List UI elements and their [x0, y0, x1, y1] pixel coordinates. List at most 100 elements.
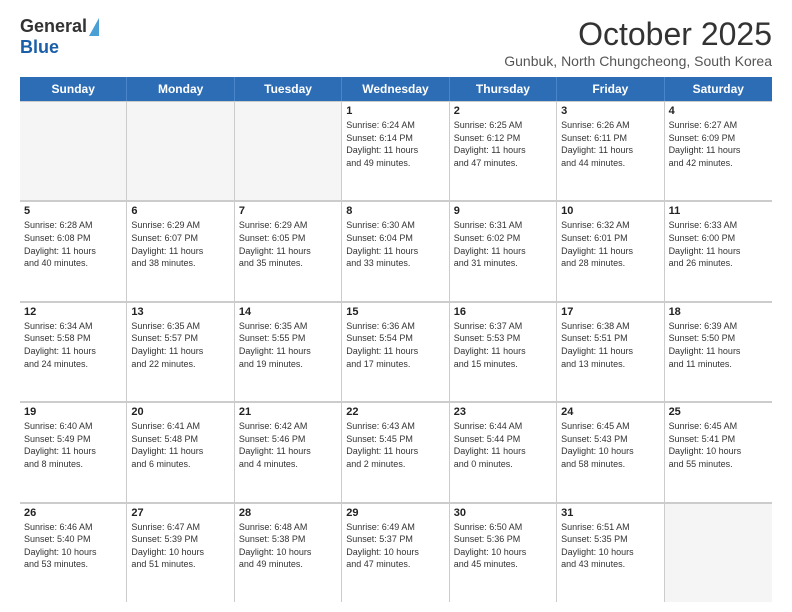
cell-info: Sunrise: 6:45 AM Sunset: 5:41 PM Dayligh… [669, 420, 768, 470]
calendar-cell: 26 Sunrise: 6:46 AM Sunset: 5:40 PM Dayli… [20, 503, 127, 602]
cell-info: Sunrise: 6:33 AM Sunset: 6:00 PM Dayligh… [669, 219, 768, 269]
cell-info: Sunrise: 6:45 AM Sunset: 5:43 PM Dayligh… [561, 420, 659, 470]
day-number: 12 [24, 306, 122, 318]
cell-info: Sunrise: 6:49 AM Sunset: 5:37 PM Dayligh… [346, 521, 444, 571]
calendar-cell: 13 Sunrise: 6:35 AM Sunset: 5:57 PM Dayli… [127, 302, 234, 401]
day-number: 18 [669, 306, 768, 318]
calendar-cell: 15 Sunrise: 6:36 AM Sunset: 5:54 PM Dayli… [342, 302, 449, 401]
calendar: SundayMondayTuesdayWednesdayThursdayFrid… [20, 77, 772, 602]
calendar-cell: 22Sunrise: 6:43 AM Sunset: 5:45 PM Dayli… [342, 402, 449, 501]
cell-info: Sunrise: 6:41 AM Sunset: 5:48 PM Dayligh… [131, 420, 229, 470]
cell-info: Sunrise: 6:36 AM Sunset: 5:54 PM Dayligh… [346, 320, 444, 370]
cell-info: Sunrise: 6:39 AM Sunset: 5:50 PM Dayligh… [669, 320, 768, 370]
calendar-cell [665, 503, 772, 602]
calendar-row-5: 26 Sunrise: 6:46 AM Sunset: 5:40 PM Dayli… [20, 503, 772, 602]
logo: General Blue [20, 16, 99, 58]
day-number: 14 [239, 306, 337, 318]
calendar-header: SundayMondayTuesdayWednesdayThursdayFrid… [20, 77, 772, 101]
calendar-cell: 16Sunrise: 6:37 AM Sunset: 5:53 PM Dayli… [450, 302, 557, 401]
header: General Blue October 2025 Gunbuk, North … [20, 16, 772, 69]
calendar-cell: 17Sunrise: 6:38 AM Sunset: 5:51 PM Dayli… [557, 302, 664, 401]
day-number: 20 [131, 406, 229, 418]
cell-info: Sunrise: 6:35 AM Sunset: 5:55 PM Dayligh… [239, 320, 337, 370]
day-header-monday: Monday [127, 77, 234, 101]
calendar-cell [127, 101, 234, 200]
calendar-row-2: 5 Sunrise: 6:28 AM Sunset: 6:08 PM Daylig… [20, 201, 772, 301]
day-number: 6 [131, 205, 229, 217]
title-block: October 2025 Gunbuk, North Chungcheong, … [504, 16, 772, 69]
calendar-cell: 31 Sunrise: 6:51 AM Sunset: 5:35 PM Dayli… [557, 503, 664, 602]
cell-info: Sunrise: 6:26 AM Sunset: 6:11 PM Dayligh… [561, 119, 659, 169]
calendar-cell: 5 Sunrise: 6:28 AM Sunset: 6:08 PM Daylig… [20, 201, 127, 300]
day-number: 8 [346, 205, 444, 217]
location-subtitle: Gunbuk, North Chungcheong, South Korea [504, 53, 772, 69]
calendar-row-3: 12 Sunrise: 6:34 AM Sunset: 5:58 PM Dayli… [20, 302, 772, 402]
cell-info: Sunrise: 6:44 AM Sunset: 5:44 PM Dayligh… [454, 420, 552, 470]
day-number: 15 [346, 306, 444, 318]
day-header-sunday: Sunday [20, 77, 127, 101]
cell-info: Sunrise: 6:24 AM Sunset: 6:14 PM Dayligh… [346, 119, 444, 169]
day-number: 19 [24, 406, 122, 418]
calendar-cell [20, 101, 127, 200]
day-number: 2 [454, 105, 552, 117]
logo-general: General [20, 16, 87, 37]
day-number: 22 [346, 406, 444, 418]
day-header-tuesday: Tuesday [235, 77, 342, 101]
day-number: 10 [561, 205, 659, 217]
calendar-cell: 29 Sunrise: 6:49 AM Sunset: 5:37 PM Dayli… [342, 503, 449, 602]
calendar-cell: 25 Sunrise: 6:45 AM Sunset: 5:41 PM Dayli… [665, 402, 772, 501]
day-number: 30 [454, 507, 552, 519]
cell-info: Sunrise: 6:32 AM Sunset: 6:01 PM Dayligh… [561, 219, 659, 269]
cell-info: Sunrise: 6:31 AM Sunset: 6:02 PM Dayligh… [454, 219, 552, 269]
day-number: 21 [239, 406, 337, 418]
cell-info: Sunrise: 6:48 AM Sunset: 5:38 PM Dayligh… [239, 521, 337, 571]
logo-triangle-icon [89, 18, 99, 36]
day-number: 7 [239, 205, 337, 217]
calendar-cell: 3 Sunrise: 6:26 AM Sunset: 6:11 PM Daylig… [557, 101, 664, 200]
calendar-cell: 27Sunrise: 6:47 AM Sunset: 5:39 PM Dayli… [127, 503, 234, 602]
calendar-body: 1Sunrise: 6:24 AM Sunset: 6:14 PM Daylig… [20, 101, 772, 602]
calendar-cell: 8 Sunrise: 6:30 AM Sunset: 6:04 PM Daylig… [342, 201, 449, 300]
month-title: October 2025 [504, 16, 772, 53]
calendar-cell: 19 Sunrise: 6:40 AM Sunset: 5:49 PM Dayli… [20, 402, 127, 501]
calendar-cell: 21 Sunrise: 6:42 AM Sunset: 5:46 PM Dayli… [235, 402, 342, 501]
day-number: 13 [131, 306, 229, 318]
calendar-cell: 12 Sunrise: 6:34 AM Sunset: 5:58 PM Dayli… [20, 302, 127, 401]
calendar-cell: 18 Sunrise: 6:39 AM Sunset: 5:50 PM Dayli… [665, 302, 772, 401]
day-number: 27 [131, 507, 229, 519]
day-number: 28 [239, 507, 337, 519]
cell-info: Sunrise: 6:35 AM Sunset: 5:57 PM Dayligh… [131, 320, 229, 370]
day-header-thursday: Thursday [450, 77, 557, 101]
day-number: 29 [346, 507, 444, 519]
calendar-cell: 28 Sunrise: 6:48 AM Sunset: 5:38 PM Dayli… [235, 503, 342, 602]
day-header-friday: Friday [557, 77, 664, 101]
calendar-cell [235, 101, 342, 200]
day-number: 4 [669, 105, 768, 117]
cell-info: Sunrise: 6:29 AM Sunset: 6:05 PM Dayligh… [239, 219, 337, 269]
cell-info: Sunrise: 6:28 AM Sunset: 6:08 PM Dayligh… [24, 219, 122, 269]
day-number: 5 [24, 205, 122, 217]
cell-info: Sunrise: 6:27 AM Sunset: 6:09 PM Dayligh… [669, 119, 768, 169]
cell-info: Sunrise: 6:51 AM Sunset: 5:35 PM Dayligh… [561, 521, 659, 571]
calendar-cell: 23Sunrise: 6:44 AM Sunset: 5:44 PM Dayli… [450, 402, 557, 501]
day-number: 9 [454, 205, 552, 217]
cell-info: Sunrise: 6:50 AM Sunset: 5:36 PM Dayligh… [454, 521, 552, 571]
cell-info: Sunrise: 6:42 AM Sunset: 5:46 PM Dayligh… [239, 420, 337, 470]
cell-info: Sunrise: 6:37 AM Sunset: 5:53 PM Dayligh… [454, 320, 552, 370]
day-number: 25 [669, 406, 768, 418]
cell-info: Sunrise: 6:30 AM Sunset: 6:04 PM Dayligh… [346, 219, 444, 269]
cell-info: Sunrise: 6:46 AM Sunset: 5:40 PM Dayligh… [24, 521, 122, 571]
cell-info: Sunrise: 6:40 AM Sunset: 5:49 PM Dayligh… [24, 420, 122, 470]
calendar-cell: 9 Sunrise: 6:31 AM Sunset: 6:02 PM Daylig… [450, 201, 557, 300]
cell-info: Sunrise: 6:34 AM Sunset: 5:58 PM Dayligh… [24, 320, 122, 370]
day-number: 31 [561, 507, 659, 519]
day-header-wednesday: Wednesday [342, 77, 449, 101]
calendar-cell: 30 Sunrise: 6:50 AM Sunset: 5:36 PM Dayli… [450, 503, 557, 602]
day-number: 26 [24, 507, 122, 519]
calendar-row-1: 1Sunrise: 6:24 AM Sunset: 6:14 PM Daylig… [20, 101, 772, 201]
calendar-cell: 20 Sunrise: 6:41 AM Sunset: 5:48 PM Dayli… [127, 402, 234, 501]
page: General Blue October 2025 Gunbuk, North … [0, 0, 792, 612]
calendar-cell: 1Sunrise: 6:24 AM Sunset: 6:14 PM Daylig… [342, 101, 449, 200]
day-number: 3 [561, 105, 659, 117]
cell-info: Sunrise: 6:38 AM Sunset: 5:51 PM Dayligh… [561, 320, 659, 370]
